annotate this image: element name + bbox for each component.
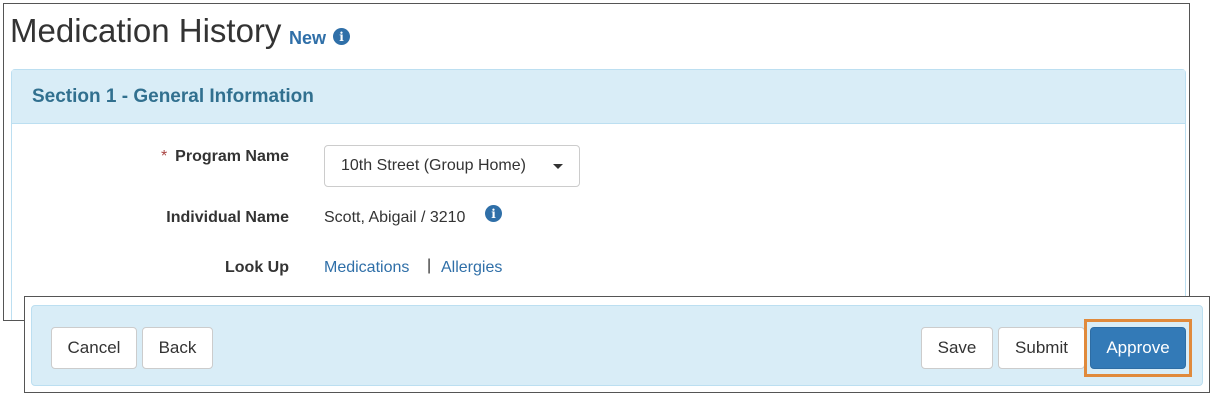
approve-button[interactable]: Approve (1090, 327, 1186, 369)
allergies-link[interactable]: Allergies (441, 259, 502, 277)
cancel-button[interactable]: Cancel (51, 327, 137, 369)
required-marker: * (160, 148, 168, 165)
individual-name-label: Individual Name (166, 209, 289, 226)
individual-info-icon[interactable]: i (485, 205, 502, 222)
program-name-label-text: Program Name (175, 148, 289, 165)
action-bar: Cancel Back Save Submit Approve (31, 305, 1203, 386)
individual-name-value: Scott, Abigail / 3210 (324, 209, 466, 226)
program-name-selected-value: 10th Street (Group Home) (341, 157, 526, 174)
section-panel: Section 1 - General Information * Program… (11, 69, 1186, 320)
caret-down-icon (553, 164, 563, 169)
submit-button[interactable]: Submit (998, 327, 1085, 369)
form-window: Medication History New i Section 1 - Gen… (3, 3, 1190, 321)
look-up-label: Look Up (225, 259, 289, 276)
section-heading: Section 1 - General Information (12, 70, 1185, 124)
medications-link[interactable]: Medications (324, 259, 409, 277)
back-button[interactable]: Back (142, 327, 213, 369)
save-button[interactable]: Save (921, 327, 993, 369)
link-separator: | (427, 257, 432, 274)
page-title: Medication History (10, 12, 282, 49)
program-name-label: * Program Name (161, 148, 289, 166)
status-badge-new: New (289, 28, 327, 48)
info-circle-icon[interactable]: i (333, 28, 350, 45)
action-bar-window: Cancel Back Save Submit Approve (24, 296, 1210, 393)
program-name-select[interactable]: 10th Street (Group Home) (324, 145, 580, 187)
